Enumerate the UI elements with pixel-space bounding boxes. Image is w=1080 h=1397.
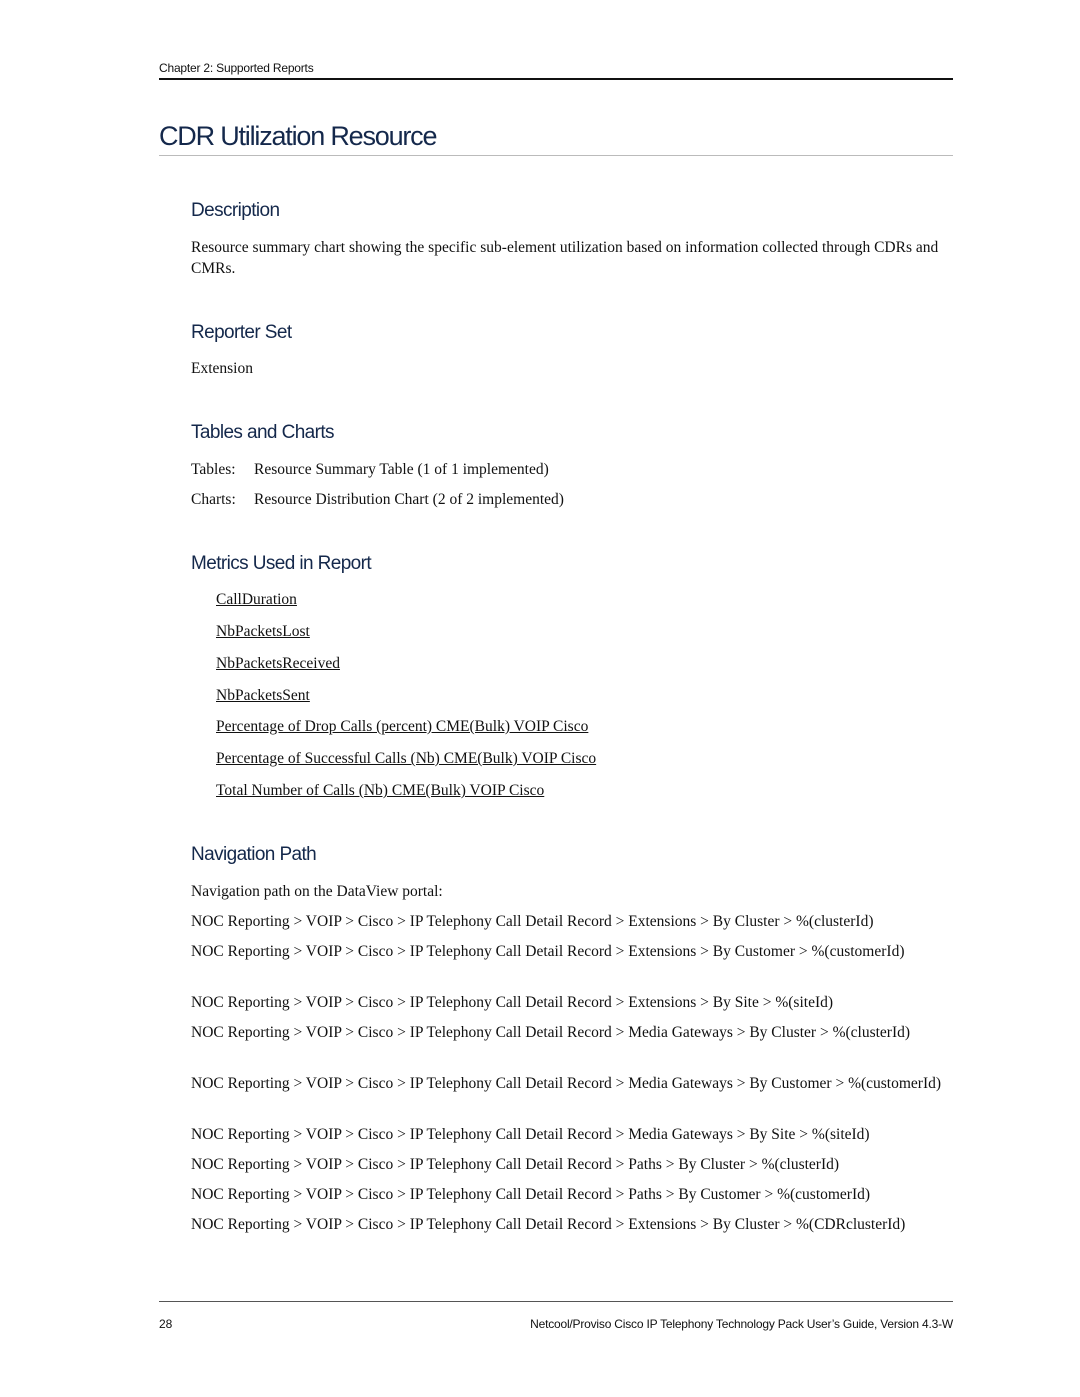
running-header: Chapter 2: Supported Reports (159, 61, 314, 75)
navigation-path: NOC Reporting > VOIP > Cisco > IP Teleph… (191, 1126, 870, 1143)
charts-label: Charts: (191, 491, 236, 508)
charts-value: Resource Distribution Chart (2 of 2 impl… (254, 491, 564, 508)
reporter-set-heading: Reporter Set (191, 322, 292, 343)
navigation-path: NOC Reporting > VOIP > Cisco > IP Teleph… (191, 943, 905, 960)
navigation-path: NOC Reporting > VOIP > Cisco > IP Teleph… (191, 1216, 906, 1233)
footer-doc-title: Netcool/Proviso Cisco IP Telephony Techn… (530, 1317, 953, 1331)
tables-row: Tables: Resource Summary Table (1 of 1 im… (191, 459, 953, 480)
navigation-path: NOC Reporting > VOIP > Cisco > IP Teleph… (191, 994, 834, 1011)
metric-link[interactable]: Percentage of Drop Calls (percent) CME(B… (216, 717, 588, 737)
navigation-path: NOC Reporting > VOIP > Cisco > IP Teleph… (191, 1156, 840, 1173)
page-number: 28 (159, 1317, 173, 1331)
navigation-path: NOC Reporting > VOIP > Cisco > IP Teleph… (191, 1075, 942, 1092)
metric-link[interactable]: Percentage of Successful Calls (Nb) CME(… (216, 749, 596, 769)
page-title: CDR Utilization Resource (159, 121, 437, 151)
metric-link[interactable]: NbPacketsSent (216, 686, 310, 706)
tables-label: Tables: (191, 461, 236, 478)
navigation-heading: Navigation Path (191, 844, 317, 865)
header-rule (159, 78, 953, 80)
footer-rule (159, 1301, 953, 1302)
metrics-heading: Metrics Used in Report (191, 553, 372, 574)
metric-link[interactable]: CallDuration (216, 590, 297, 610)
charts-row: Charts: Resource Distribution Chart (2 of… (191, 489, 953, 510)
reporter-set-value: Extension (191, 360, 253, 377)
description-heading: Description (191, 200, 280, 221)
navigation-path: NOC Reporting > VOIP > Cisco > IP Teleph… (191, 1024, 911, 1041)
metric-link[interactable]: NbPacketsLost (216, 622, 310, 642)
navigation-path: NOC Reporting > VOIP > Cisco > IP Teleph… (191, 913, 874, 930)
description-text: Resource summary chart showing the speci… (191, 239, 939, 277)
metric-link[interactable]: Total Number of Calls (Nb) CME(Bulk) VOI… (216, 781, 544, 801)
metric-link[interactable]: NbPacketsReceived (216, 654, 340, 674)
navigation-intro: Navigation path on the DataView portal: (191, 883, 443, 900)
tables-charts-heading: Tables and Charts (191, 422, 335, 443)
navigation-path: NOC Reporting > VOIP > Cisco > IP Teleph… (191, 1186, 871, 1203)
title-rule (159, 155, 953, 156)
tables-value: Resource Summary Table (1 of 1 implement… (254, 461, 549, 478)
